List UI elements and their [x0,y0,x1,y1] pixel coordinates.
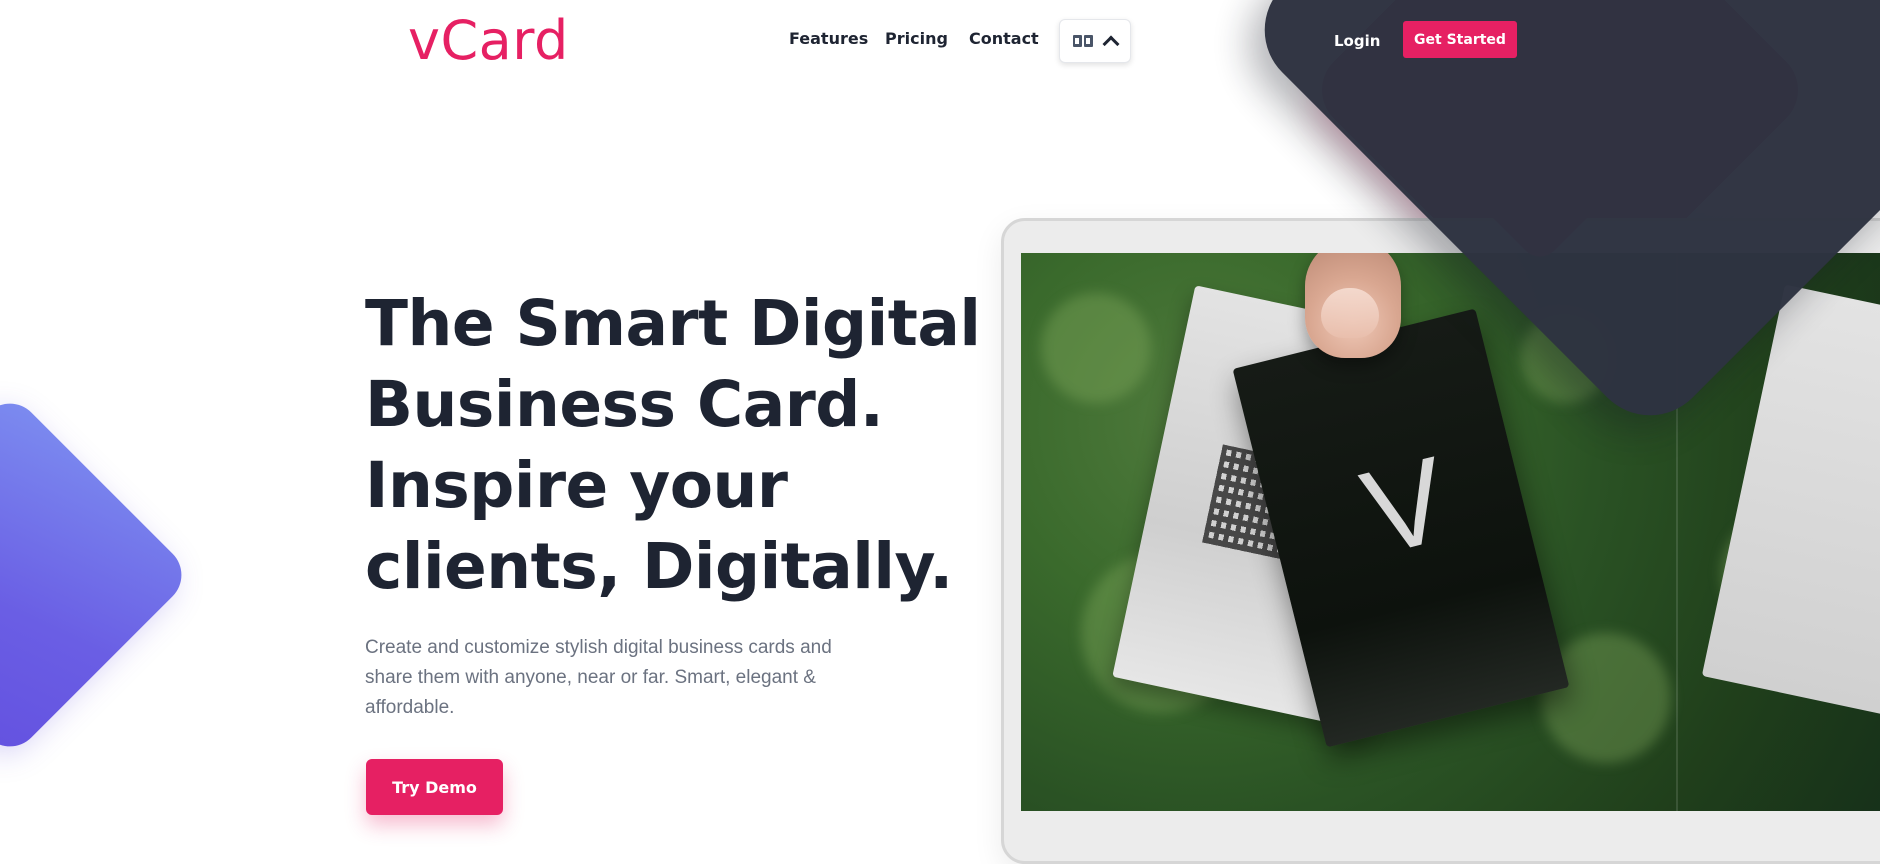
decorative-purple-diamond [0,391,194,759]
translate-icon [1073,35,1093,47]
hero-subtitle-line: affordable. [365,697,455,718]
try-demo-button[interactable]: Try Demo [366,759,503,815]
thumb-holding-card [1305,253,1401,358]
hero-title-line: Business Card. [365,368,884,441]
language-switcher[interactable] [1059,19,1131,63]
nav-link-contact[interactable]: Contact [969,29,1039,48]
hero-subtitle: Create and customize stylish digital bus… [365,633,885,723]
nav-link-pricing[interactable]: Pricing [885,29,948,48]
login-link[interactable]: Login [1334,32,1380,50]
hero-subtitle-line: Create and customize stylish digital bus… [365,637,832,658]
hero-title-line: clients, Digitally. [365,530,953,603]
get-started-button[interactable]: Get Started [1403,21,1517,58]
hero-title-line: The Smart Digital [365,287,981,360]
nav-link-features[interactable]: Features [789,29,868,48]
card-v-logo: V [1350,431,1461,581]
bokeh-light [1041,293,1151,403]
hero-title-line: Inspire your [365,449,788,522]
hero-title: The Smart Digital Business Card. Inspire… [365,283,985,607]
hero-subtitle-line: share them with anyone, near or far. Sma… [365,667,816,688]
thumbnail [1321,288,1379,338]
brand-logo[interactable]: vCard [408,6,569,76]
chevron-up-icon [1102,35,1120,53]
